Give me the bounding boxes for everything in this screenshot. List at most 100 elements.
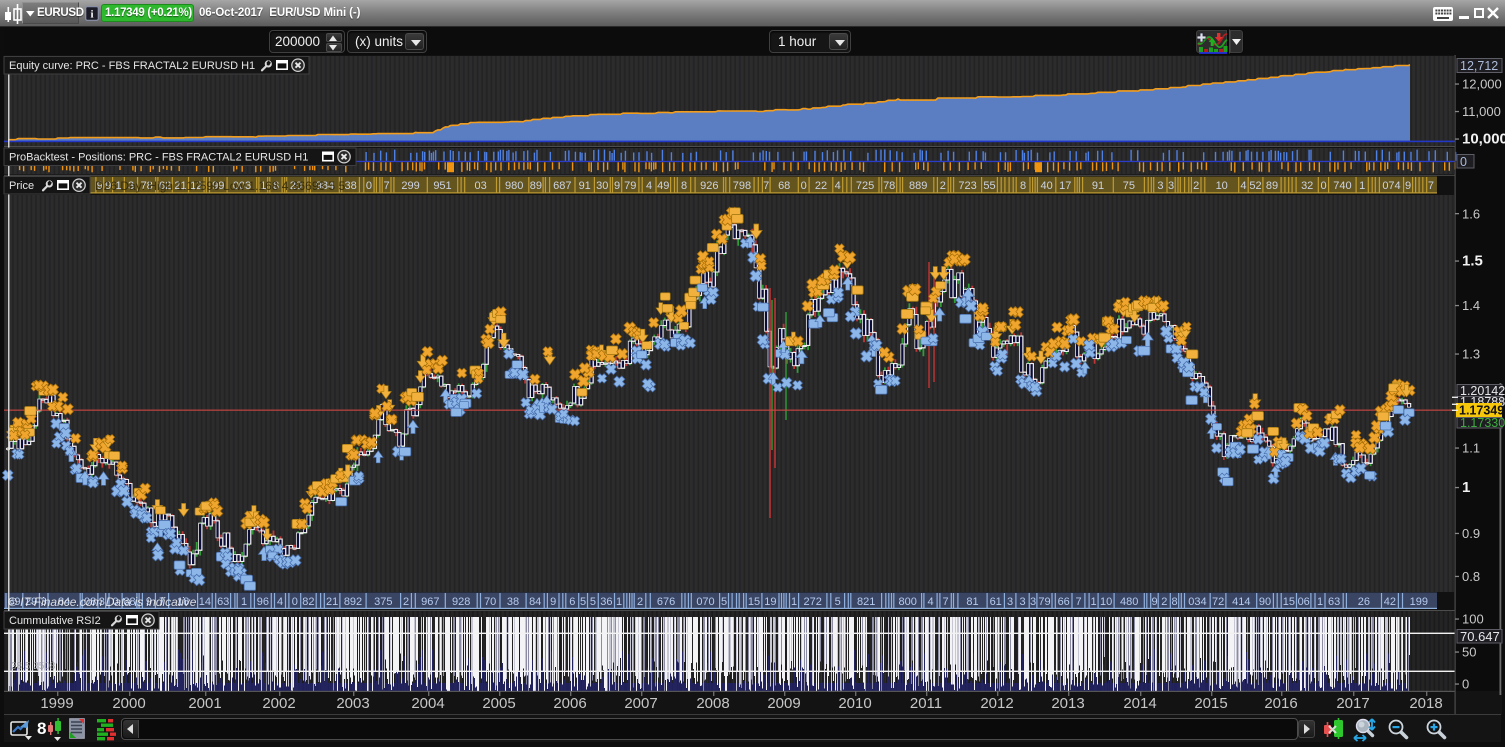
svg-text:2005: 2005 xyxy=(482,695,515,712)
svg-text:4: 4 xyxy=(927,596,933,608)
svg-text:951: 951 xyxy=(433,180,451,192)
svg-text:49: 49 xyxy=(657,180,669,192)
svg-text:3: 3 xyxy=(1030,596,1036,608)
svg-text:1: 1 xyxy=(1317,596,1323,608)
svg-text:9: 9 xyxy=(1405,180,1411,192)
svg-text:63: 63 xyxy=(217,596,229,608)
svg-text:7: 7 xyxy=(1075,596,1081,608)
svg-text:1: 1 xyxy=(1462,479,1470,496)
svg-text:96: 96 xyxy=(257,596,269,608)
svg-text:798: 798 xyxy=(733,180,751,192)
svg-text:1: 1 xyxy=(1091,596,1097,608)
svg-text:78: 78 xyxy=(883,180,895,192)
svg-text:5: 5 xyxy=(590,596,596,608)
svg-text:8: 8 xyxy=(1020,180,1026,192)
svg-text:10,000: 10,000 xyxy=(1462,131,1505,148)
svg-text:17: 17 xyxy=(1059,180,1071,192)
svg-text:980: 980 xyxy=(505,180,523,192)
svg-text:30: 30 xyxy=(596,180,608,192)
svg-text:821: 821 xyxy=(857,596,875,608)
svg-text:1.5: 1.5 xyxy=(1462,253,1483,270)
svg-text:8: 8 xyxy=(681,180,687,192)
svg-text:50: 50 xyxy=(1462,645,1476,660)
svg-text:0.8: 0.8 xyxy=(1462,569,1480,584)
svg-text:4: 4 xyxy=(646,180,652,192)
svg-text:5: 5 xyxy=(721,596,727,608)
svg-text:03: 03 xyxy=(474,180,486,192)
svg-text:12,712: 12,712 xyxy=(1460,59,1498,73)
svg-text:4: 4 xyxy=(835,180,841,192)
svg-text:70.647: 70.647 xyxy=(1460,629,1500,644)
svg-text:800: 800 xyxy=(899,596,917,608)
svg-text:1: 1 xyxy=(1359,180,1365,192)
svg-text:1.17330: 1.17330 xyxy=(1460,416,1505,430)
svg-text:Equity curve: PRC - FBS FRACTA: Equity curve: PRC - FBS FRACTAL2 EURUSD … xyxy=(9,60,255,72)
svg-text:79: 79 xyxy=(1038,596,1050,608)
svg-text:5: 5 xyxy=(835,596,841,608)
svg-text:1.6: 1.6 xyxy=(1462,206,1480,221)
svg-text:2018: 2018 xyxy=(1409,695,1442,712)
svg-text:375: 375 xyxy=(374,596,392,608)
svg-text:06: 06 xyxy=(1298,596,1310,608)
svg-text:32: 32 xyxy=(1301,180,1313,192)
svg-text:1: 1 xyxy=(616,596,622,608)
svg-text:100: 100 xyxy=(1462,612,1484,627)
svg-text:7: 7 xyxy=(384,180,390,192)
svg-text:19: 19 xyxy=(764,596,776,608)
svg-text:9: 9 xyxy=(550,596,556,608)
svg-text:070: 070 xyxy=(696,596,714,608)
svg-text:967: 967 xyxy=(421,596,439,608)
svg-text:199: 199 xyxy=(1410,596,1428,608)
svg-text:1: 1 xyxy=(241,596,247,608)
svg-text:84: 84 xyxy=(529,596,541,608)
svg-text:0: 0 xyxy=(1320,180,1326,192)
svg-text:889: 889 xyxy=(909,180,927,192)
svg-text:2: 2 xyxy=(637,596,643,608)
svg-text:© IT-Finance.com Data is indic: © IT-Finance.com Data is indicative xyxy=(8,595,197,609)
svg-text:2010: 2010 xyxy=(838,695,871,712)
svg-text:82: 82 xyxy=(302,596,314,608)
svg-text:66: 66 xyxy=(1058,596,1070,608)
svg-text:0: 0 xyxy=(366,180,372,192)
svg-text:Price: Price xyxy=(9,180,34,192)
svg-text:2: 2 xyxy=(940,180,946,192)
svg-text:10: 10 xyxy=(1100,596,1112,608)
svg-text:1: 1 xyxy=(791,596,797,608)
svg-text:1999: 1999 xyxy=(40,695,73,712)
svg-text:55: 55 xyxy=(983,180,995,192)
svg-text:2011: 2011 xyxy=(910,695,942,712)
svg-text:63: 63 xyxy=(1328,596,1340,608)
svg-text:034: 034 xyxy=(1188,596,1206,608)
svg-text:i: i xyxy=(90,9,93,21)
svg-text:687: 687 xyxy=(553,180,571,192)
svg-text:91: 91 xyxy=(579,180,591,192)
svg-text:928: 928 xyxy=(452,596,470,608)
svg-text:15: 15 xyxy=(1283,596,1295,608)
svg-text:2008: 2008 xyxy=(696,695,729,712)
svg-text:2006: 2006 xyxy=(553,695,586,712)
svg-text:5: 5 xyxy=(580,596,586,608)
svg-text:38: 38 xyxy=(507,596,519,608)
svg-text:2007: 2007 xyxy=(624,695,657,712)
svg-text:676: 676 xyxy=(657,596,675,608)
svg-text:299: 299 xyxy=(401,180,419,192)
svg-text:3: 3 xyxy=(1157,180,1163,192)
svg-text:0: 0 xyxy=(292,596,298,608)
svg-text:2003: 2003 xyxy=(336,695,369,712)
svg-text:0: 0 xyxy=(1462,677,1469,692)
svg-text:2000: 2000 xyxy=(112,695,145,712)
svg-text:D26 Day: High 1.17590 Low 1.16: D26 Day: High 1.17590 Low 1.168 4.36693 … xyxy=(95,179,346,193)
svg-text:414: 414 xyxy=(1232,596,1250,608)
svg-text:14: 14 xyxy=(199,596,211,608)
svg-text:2001: 2001 xyxy=(188,695,221,712)
svg-text:725: 725 xyxy=(856,180,874,192)
svg-text:0.9: 0.9 xyxy=(1462,526,1480,541)
svg-text:52: 52 xyxy=(1249,180,1261,192)
svg-text:89: 89 xyxy=(1266,180,1278,192)
svg-text:70: 70 xyxy=(484,596,496,608)
svg-text:75: 75 xyxy=(1123,180,1135,192)
svg-text:15: 15 xyxy=(748,596,760,608)
svg-text:2017: 2017 xyxy=(1336,695,1369,712)
svg-text:892: 892 xyxy=(344,596,362,608)
svg-text:42: 42 xyxy=(1384,596,1396,608)
